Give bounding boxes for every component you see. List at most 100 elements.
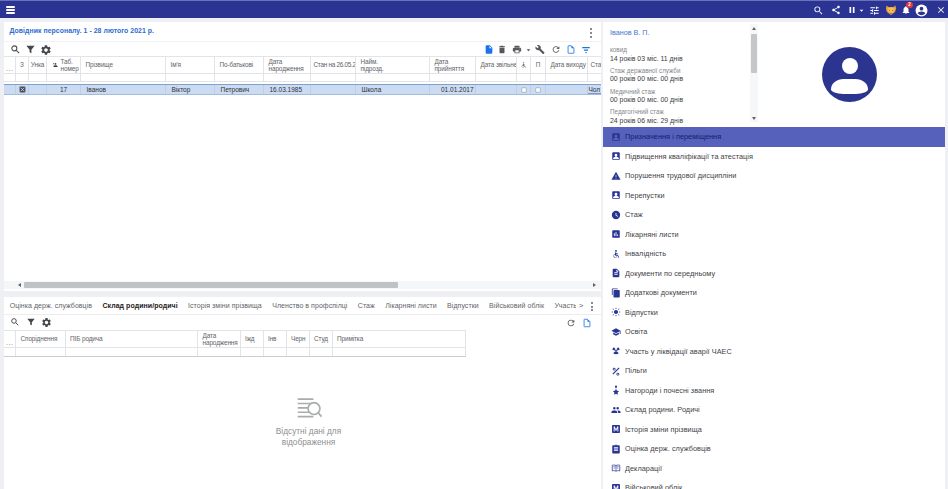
column-header[interactable]: Черн [287,331,310,347]
menu-item[interactable]: Участь у ліквідації аварії ЧАЕС [603,342,945,362]
column-header[interactable]: Дата прийняття [430,57,476,73]
menu-item[interactable]: Документи по середньому [603,264,945,284]
column-header[interactable]: Студ [310,331,333,347]
tab-4[interactable]: Членство в профспілці [267,302,353,309]
column-header[interactable]: Таб. номер [47,57,81,73]
column-header[interactable]: Дата звільнення [476,57,517,73]
tab-2[interactable]: Склад родини/родичі [97,302,183,309]
family-table-filter-row[interactable] [4,348,466,357]
menu-item[interactable]: Додаткові документи [603,283,945,303]
grid-kebab-menu-icon[interactable] [590,28,593,40]
tabs-kebab-menu-icon[interactable] [591,302,593,313]
menu-item[interactable]: Перепустки [603,186,945,206]
hire-date-cell[interactable]: 01.01.2017 [430,85,476,94]
filter-cell[interactable] [531,74,546,81]
menu-item[interactable]: Історія зміни прізвища [603,420,945,440]
middle-name-cell[interactable]: Петрович [215,85,264,94]
scroll-right-icon[interactable] [591,281,599,289]
tab-6[interactable]: Лікарняні листи [380,302,442,309]
refresh-icon[interactable] [566,316,576,329]
table-row[interactable]: 17ІвановВікторПетрович16.03.1985Школа01.… [4,84,601,95]
tabs-overflow-chevron-icon[interactable]: > [576,301,587,310]
filter-cell[interactable] [356,74,430,81]
refresh-icon[interactable] [551,43,561,56]
scrollbar-thumb[interactable] [751,34,757,73]
menu-item[interactable]: Відпустки [603,303,945,323]
column-header[interactable]: Стан на 26.05.20 [311,57,356,73]
column-header[interactable]: Інв [264,331,287,347]
vertical-scrollbar[interactable] [750,24,758,122]
column-header[interactable]: Найм. підрозд. [356,57,430,73]
filter-cell[interactable] [198,348,241,356]
column-header[interactable]: Стать [588,57,601,73]
filter-cell[interactable] [47,74,81,81]
column-header[interactable]: Іжд [241,331,264,347]
tab-number-cell[interactable]: 17 [47,85,81,94]
employee-name-link[interactable]: Іванов В. П. [610,28,649,37]
wrench-icon[interactable] [535,43,545,56]
filter-cell[interactable] [333,348,467,356]
column-header[interactable]: З [16,57,29,73]
gender-cell[interactable]: Чол [588,85,601,94]
filter-cell[interactable] [310,348,333,356]
disability-cell[interactable] [517,85,531,94]
filter-cell[interactable] [287,348,310,356]
tab-7[interactable]: Відпустки [442,302,484,309]
personnel-table-filter-row[interactable] [4,74,601,82]
menu-item[interactable]: Освіта [603,322,945,342]
menu-item[interactable]: Інвалідність [603,244,945,264]
print-caret-icon[interactable] [523,43,533,56]
filter-cell[interactable] [476,74,517,81]
menu-item[interactable]: Призначення і переміщення [603,127,945,147]
scroll-left-icon[interactable] [16,281,24,289]
new-doc-icon[interactable] [582,316,592,329]
print-icon[interactable] [512,43,522,56]
filter-cell[interactable] [66,348,199,356]
tune-icon[interactable] [866,1,883,19]
filter-cell[interactable] [4,348,16,356]
exit-date-cell[interactable] [546,85,588,94]
menu-item[interactable]: Пільги [603,361,945,381]
menu-item[interactable]: Лікарняні листи [603,225,945,245]
filter-cell[interactable] [546,74,588,81]
filter-cell[interactable] [16,74,29,81]
filter-cell[interactable] [311,74,356,81]
menu-item[interactable]: Військовий облік [603,478,945,489]
tab-1[interactable]: Оцінка держ. службовців [5,302,98,309]
column-header[interactable]: Примітка [333,331,467,347]
birth-date-cell[interactable]: 16.03.1985 [264,85,311,94]
tab-8[interactable]: Військовий облік [484,302,549,309]
menu-item[interactable]: Склад родини. Родичі [603,400,945,420]
column-header[interactable]: Ім'я [166,57,215,73]
menu-item[interactable]: Стаж [603,205,945,225]
table-cell[interactable] [4,85,16,94]
save-icon[interactable] [484,43,494,56]
last-name-cell[interactable]: Іванов [81,85,166,94]
share-icon[interactable] [828,1,845,19]
notifications-icon[interactable]: 2 [897,1,914,19]
filter-cell[interactable] [29,74,47,81]
filter-cell[interactable] [264,348,287,356]
menu-item[interactable]: Порушення трудової дисципліни [603,166,945,186]
filter-cell[interactable] [264,74,311,81]
menu-item[interactable]: Підвищення кваліфікації та атестація [603,147,945,167]
search-icon[interactable] [810,1,827,19]
account-icon[interactable] [913,1,930,19]
tab-3[interactable]: Історія зміни прізвища [183,302,267,309]
p-cell[interactable] [531,85,546,94]
close-icon[interactable] [933,1,948,19]
menu-item[interactable]: Нагороди і почесні звання [603,381,945,401]
dismiss-date-cell[interactable] [476,85,517,94]
filter-cell[interactable] [166,74,215,81]
filter-cell[interactable] [81,74,166,81]
tab-9[interactable]: Участь у ліквідації аварії ЧАЕС [549,302,576,309]
photo-cell[interactable] [16,85,29,94]
new-doc-icon[interactable] [566,43,576,56]
menu-item[interactable]: Оцінка держ. службовців [603,439,945,459]
column-header[interactable]: Унка [29,57,47,73]
column-header[interactable]: Споріднення [16,331,66,347]
delete-icon[interactable] [497,43,507,56]
column-header[interactable]: Дата народження [198,331,241,347]
column-header[interactable] [517,57,531,73]
filter-cell[interactable] [16,348,66,356]
